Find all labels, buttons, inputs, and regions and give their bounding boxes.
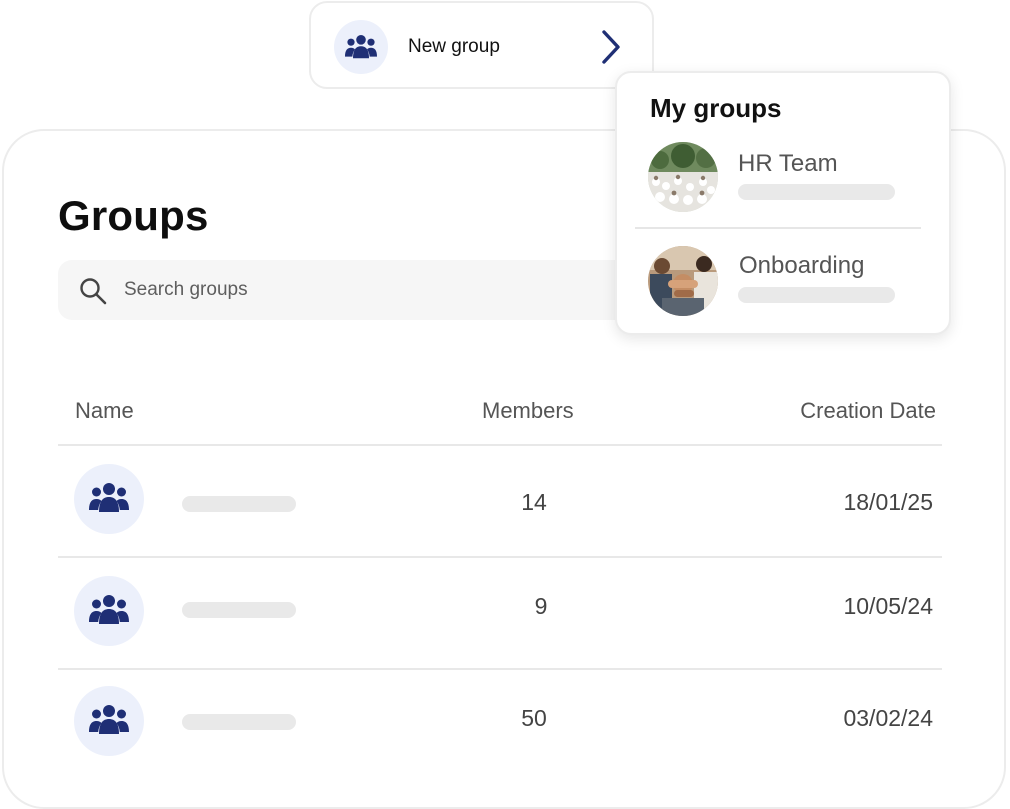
search-bar[interactable] xyxy=(58,260,658,320)
group-name-placeholder xyxy=(182,714,296,730)
member-count: 50 xyxy=(521,705,547,731)
my-groups-title: My groups xyxy=(650,93,782,123)
new-group-button[interactable]: New group xyxy=(309,1,654,89)
member-count: 9 xyxy=(534,593,548,619)
group-icon xyxy=(89,483,129,512)
creation-date: 10/05/24 xyxy=(843,593,933,619)
my-group-name: HR Team xyxy=(738,150,838,177)
table-divider xyxy=(58,444,942,446)
my-groups-divider xyxy=(635,227,921,229)
table-divider xyxy=(58,668,942,670)
group-icon xyxy=(89,705,129,734)
creation-date: 18/01/25 xyxy=(843,489,933,515)
group-icon xyxy=(89,595,129,624)
group-name-placeholder xyxy=(182,602,296,618)
column-header-name[interactable]: Name xyxy=(75,398,134,424)
my-groups-panel: My groups HR Team Onboarding xyxy=(615,71,951,335)
my-group-name: Onboarding xyxy=(739,252,865,279)
column-header-members[interactable]: Members xyxy=(482,398,574,424)
search-input[interactable] xyxy=(124,260,644,320)
group-avatar xyxy=(74,576,144,646)
my-group-placeholder xyxy=(738,287,895,303)
group-name-placeholder xyxy=(182,496,296,512)
table-divider xyxy=(58,556,942,558)
page-title: Groups xyxy=(58,192,209,239)
search-icon xyxy=(80,278,107,305)
hr-team-photo xyxy=(648,142,718,212)
creation-date: 03/02/24 xyxy=(843,705,933,731)
group-icon xyxy=(345,35,377,59)
group-avatar xyxy=(74,686,144,756)
new-group-avatar xyxy=(334,20,388,74)
column-header-creation-date[interactable]: Creation Date xyxy=(800,398,936,424)
chevron-right-icon xyxy=(602,30,620,64)
new-group-label: New group xyxy=(408,36,500,57)
member-count: 14 xyxy=(521,489,547,515)
my-group-placeholder xyxy=(738,184,895,200)
group-avatar xyxy=(74,464,144,534)
onboarding-photo xyxy=(648,246,718,316)
